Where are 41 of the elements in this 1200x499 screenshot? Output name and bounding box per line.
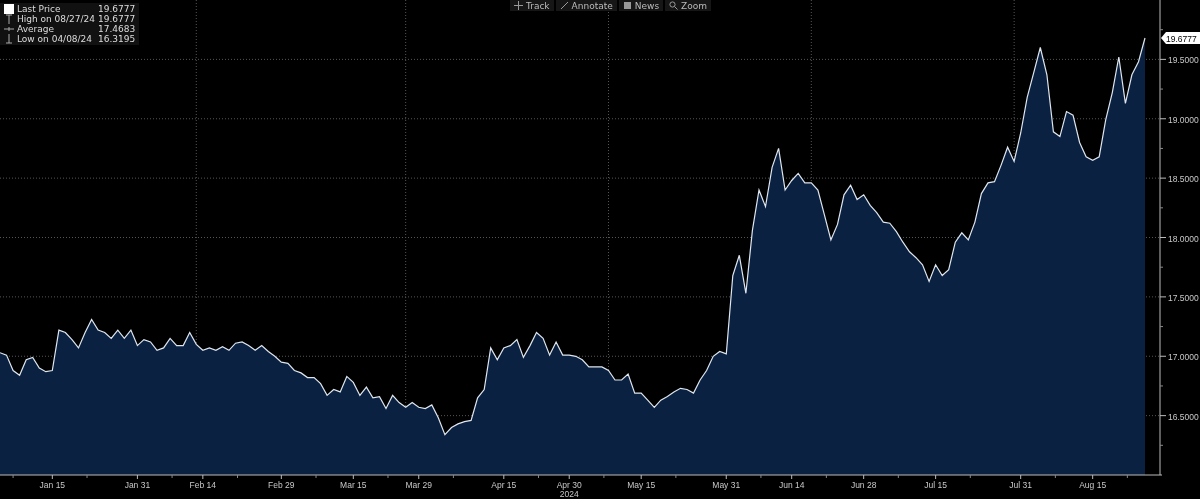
y-tick-label: 17.5000	[1168, 292, 1199, 303]
news-button[interactable]: News	[618, 0, 664, 11]
x-tick-label: Jan 15	[39, 480, 66, 490]
x-tick-label: Jul 31	[1009, 480, 1033, 490]
y-tick-label: 17.0000	[1168, 352, 1199, 363]
y-tick-label: 18.0000	[1168, 233, 1199, 244]
x-tick-label: May 31	[712, 480, 741, 490]
x-tick-label: Feb 14	[189, 480, 217, 490]
x-tick-label: Mar 15	[340, 480, 367, 490]
x-tick-label: Apr 15	[491, 480, 517, 490]
legend-value: 19.6777	[98, 4, 136, 14]
legend-label: Average	[17, 24, 55, 34]
legend-value: 16.3195	[98, 34, 136, 44]
x-tick-label: Jun 28	[850, 480, 877, 490]
x-tick-label: Jun 14	[778, 480, 805, 490]
search-icon	[669, 1, 679, 10]
crosshair-icon	[514, 1, 523, 10]
legend-label: Low on 04/08/24	[17, 34, 94, 44]
line-marker-icon	[2, 24, 14, 34]
legend-value: 19.6777	[98, 14, 136, 24]
x-tick-label: Jan 31	[124, 480, 151, 490]
x-tick-label: May 15	[627, 480, 656, 490]
pencil-icon	[559, 1, 569, 10]
x-tick-label: Feb 29	[268, 480, 295, 490]
zoom-button[interactable]: Zoom	[665, 0, 712, 11]
legend-label: High on 08/27/24	[17, 14, 95, 24]
x-tick-label: Jul 15	[924, 480, 947, 490]
y-tick-label: 18.5000	[1168, 174, 1199, 185]
x-tick-label: Mar 29	[405, 480, 432, 490]
y-tick-label: 16.5000	[1168, 411, 1199, 422]
year-label: 2024	[559, 489, 579, 499]
x-tick-label: Aug 15	[1079, 480, 1107, 490]
legend-label: Last Price	[17, 4, 62, 14]
y-tick-label: 19.0000	[1168, 114, 1199, 125]
last-price-tag: 19.6777	[1161, 32, 1200, 44]
x-tick-label: Apr 30	[556, 480, 582, 490]
legend-value: 17.4683	[98, 24, 136, 34]
annotate-button[interactable]: Annotate	[555, 0, 617, 11]
track-button[interactable]: Track	[510, 0, 554, 11]
y-tick-label: 19.5000	[1168, 55, 1199, 66]
square-icon	[2, 4, 14, 14]
